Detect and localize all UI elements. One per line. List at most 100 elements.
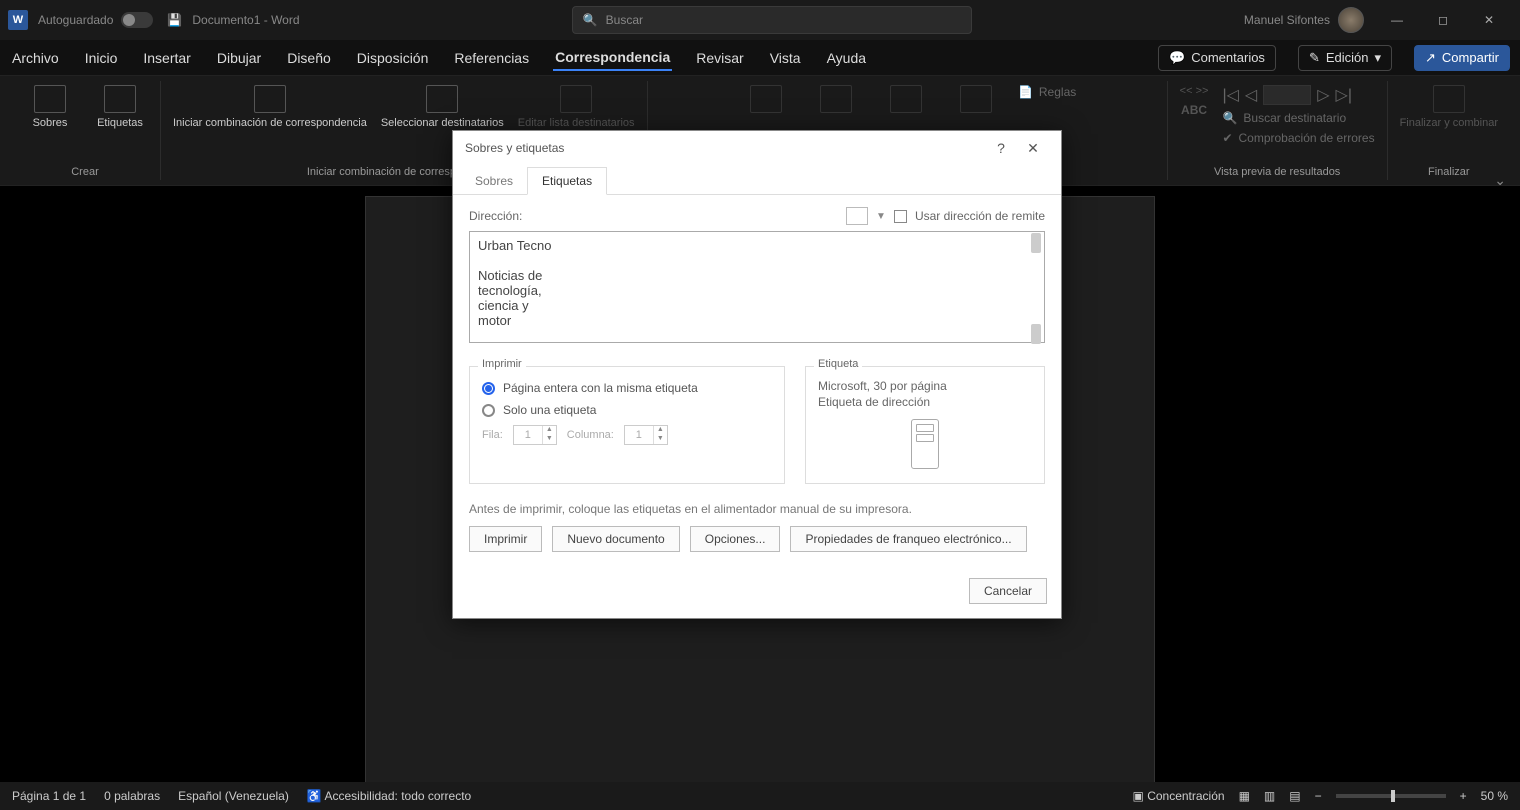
- etiqueta-fieldset[interactable]: Etiqueta Microsoft, 30 por página Etique…: [805, 366, 1045, 484]
- cancelar-button[interactable]: Cancelar: [969, 578, 1047, 604]
- accessibility-status[interactable]: ♿ Accesibilidad: todo correcto: [307, 789, 471, 803]
- help-button[interactable]: ?: [985, 140, 1017, 156]
- imprimir-fieldset: Imprimir Página entera con la misma etiq…: [469, 366, 785, 484]
- scroll-thumb-bottom: [1031, 324, 1041, 344]
- opciones-button[interactable]: Opciones...: [690, 526, 781, 552]
- ribbon-tabs: Archivo Inicio Insertar Dibujar Diseño D…: [0, 40, 1520, 76]
- fila-label: Fila:: [482, 429, 503, 441]
- focus-mode[interactable]: ▣ Concentración: [1133, 789, 1225, 803]
- doc-icon: [890, 85, 922, 113]
- print-hint: Antes de imprimir, coloque las etiquetas…: [469, 502, 1045, 516]
- address-book-icon[interactable]: [846, 207, 868, 225]
- radio-full-page[interactable]: [482, 382, 495, 395]
- prev-icon: ◁: [1245, 85, 1257, 105]
- columna-spinner: 1 ▲▼: [624, 425, 668, 445]
- check-icon: ✔: [1222, 131, 1232, 145]
- field-button-2: [808, 85, 864, 115]
- imprimir-legend: Imprimir: [478, 358, 526, 370]
- tab-inicio[interactable]: Inicio: [83, 46, 120, 70]
- last-icon: ▷|: [1336, 85, 1352, 105]
- tab-correspondencia[interactable]: Correspondencia: [553, 45, 672, 71]
- tab-archivo[interactable]: Archivo: [10, 46, 61, 70]
- tab-diseno[interactable]: Diseño: [285, 46, 333, 70]
- propiedades-franqueo-button[interactable]: Propiedades de franqueo electrónico...: [790, 526, 1026, 552]
- address-textarea[interactable]: [469, 231, 1045, 343]
- seleccionar-destinatarios-button[interactable]: Seleccionar destinatarios: [381, 85, 504, 129]
- scrollbar[interactable]: [1029, 233, 1043, 344]
- zoom-in-button[interactable]: +: [1460, 789, 1467, 803]
- page-indicator[interactable]: Página 1 de 1: [12, 789, 86, 803]
- zoom-slider[interactable]: [1336, 794, 1446, 798]
- editing-mode-button[interactable]: ✎ Edición ▾: [1298, 45, 1392, 71]
- etiqueta-desc-2: Etiqueta de dirección: [818, 395, 1032, 409]
- record-navigation: |◁ ◁ ▷ ▷|: [1222, 85, 1374, 105]
- tab-disposicion[interactable]: Disposición: [355, 46, 431, 70]
- word-count[interactable]: 0 palabras: [104, 789, 160, 803]
- abc-label: ABC: [1180, 103, 1209, 117]
- tab-revisar[interactable]: Revisar: [694, 46, 745, 70]
- chevron-down-icon: ▾: [1374, 50, 1381, 66]
- tab-sobres-dialog[interactable]: Sobres: [461, 168, 527, 194]
- tab-insertar[interactable]: Insertar: [141, 46, 192, 70]
- tab-dibujar[interactable]: Dibujar: [215, 46, 263, 70]
- view-web-icon[interactable]: ▤: [1289, 789, 1300, 803]
- minimize-button[interactable]: —: [1374, 4, 1420, 36]
- zoom-level[interactable]: 50 %: [1481, 789, 1508, 803]
- dropdown-icon[interactable]: ▼: [876, 211, 886, 222]
- find-icon: 🔍: [1222, 111, 1237, 125]
- nuevo-documento-button[interactable]: Nuevo documento: [552, 526, 679, 552]
- finish-icon: [1433, 85, 1465, 113]
- maximize-button[interactable]: ◻: [1420, 4, 1466, 36]
- field-button-3: [878, 85, 934, 115]
- radio-single-label-text: Solo una etiqueta: [503, 403, 596, 417]
- search-box[interactable]: 🔍 Buscar: [572, 6, 972, 34]
- avatar-icon: [1338, 7, 1364, 33]
- close-dialog-button[interactable]: ✕: [1017, 140, 1049, 157]
- imprimir-button[interactable]: Imprimir: [469, 526, 542, 552]
- label-sheet-icon: [911, 419, 939, 469]
- sobres-button[interactable]: Sobres: [22, 85, 78, 129]
- title-bar: W Autoguardado 💾 Documento1 - Word 🔍 Bus…: [0, 0, 1520, 40]
- zoom-out-button[interactable]: −: [1315, 789, 1322, 803]
- next-icon: ▷: [1317, 85, 1329, 105]
- field-button-1: [738, 85, 794, 115]
- share-icon: ↗: [1425, 50, 1436, 66]
- save-icon[interactable]: 💾: [167, 13, 182, 27]
- doc-icon: [960, 85, 992, 113]
- status-bar: Página 1 de 1 0 palabras Español (Venezu…: [0, 782, 1520, 810]
- tab-vista[interactable]: Vista: [768, 46, 803, 70]
- document-title: Documento1 - Word: [192, 13, 299, 27]
- share-button[interactable]: ↗ Compartir: [1414, 45, 1510, 71]
- tab-ayuda[interactable]: Ayuda: [825, 46, 868, 70]
- etiquetas-button[interactable]: Etiquetas: [92, 85, 148, 129]
- radio-single-label[interactable]: [482, 404, 495, 417]
- word-app-icon: W: [8, 10, 28, 30]
- search-placeholder: Buscar: [606, 13, 643, 27]
- buscar-destinatario-button: 🔍Buscar destinatario: [1222, 111, 1374, 125]
- doc-icon: [750, 85, 782, 113]
- view-read-icon[interactable]: ▦: [1239, 789, 1250, 803]
- autosave-toggle[interactable]: Autoguardado: [38, 12, 153, 28]
- radio-full-page-label: Página entera con la misma etiqueta: [503, 381, 698, 395]
- view-print-icon[interactable]: ▥: [1264, 789, 1275, 803]
- recipients-icon: [426, 85, 458, 113]
- label-icon: [104, 85, 136, 113]
- autosave-label: Autoguardado: [38, 13, 113, 27]
- group-vista-previa: Vista previa de resultados: [1214, 166, 1340, 180]
- group-crear: Crear: [71, 166, 99, 180]
- toggle-switch-icon[interactable]: [121, 12, 153, 28]
- dialog-title: Sobres y etiquetas: [465, 141, 564, 155]
- tab-referencias[interactable]: Referencias: [452, 46, 531, 70]
- etiqueta-desc-1: Microsoft, 30 por página: [818, 379, 1032, 393]
- tab-etiquetas-dialog[interactable]: Etiquetas: [527, 167, 607, 195]
- group-finalizar: Finalizar: [1428, 166, 1470, 180]
- use-return-address-checkbox[interactable]: [894, 210, 907, 223]
- iniciar-combinacion-button[interactable]: Iniciar combinación de correspondencia: [173, 85, 367, 129]
- language-indicator[interactable]: Español (Venezuela): [178, 789, 289, 803]
- user-name: Manuel Sifontes: [1244, 13, 1330, 27]
- user-account[interactable]: Manuel Sifontes: [1244, 7, 1364, 33]
- etiqueta-legend: Etiqueta: [814, 358, 862, 370]
- close-window-button[interactable]: ✕: [1466, 4, 1512, 36]
- comments-button[interactable]: 💬 Comentarios: [1158, 45, 1276, 71]
- field-button-4: [948, 85, 1004, 115]
